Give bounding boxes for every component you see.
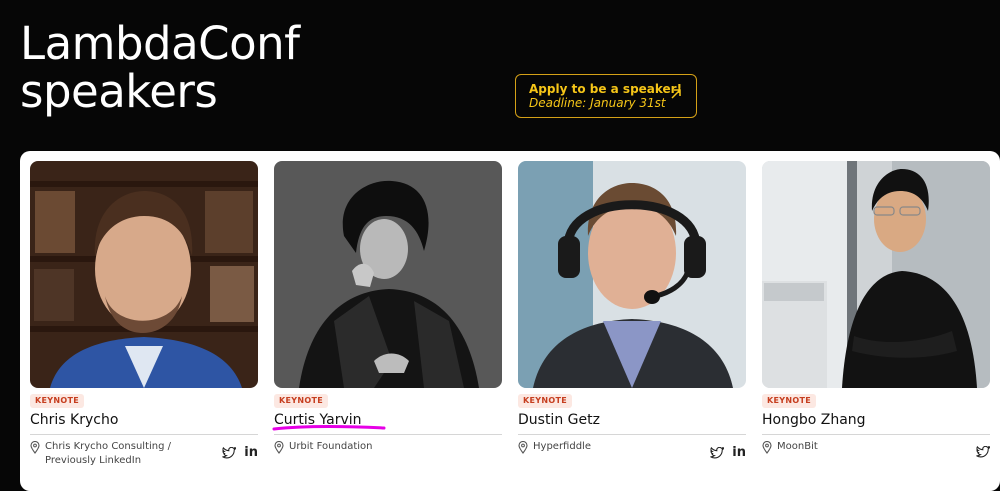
page-title: LambdaConf speakers	[20, 20, 300, 116]
linkedin-icon[interactable]: in	[244, 446, 258, 459]
speaker-card[interactable]: KEYNOTE Hongbo Zhang MoonBit	[762, 161, 990, 470]
location-pin-icon	[518, 441, 528, 454]
location-pin-icon	[274, 441, 284, 454]
annotation-underline	[272, 425, 386, 431]
keynote-badge: KEYNOTE	[762, 394, 816, 408]
speakers-grid: KEYNOTE Chris Krycho Chris Krycho Consul…	[20, 151, 1000, 491]
speaker-organization: MoonBit	[777, 441, 818, 452]
keynote-badge: KEYNOTE	[274, 394, 328, 408]
speaker-organization: Chris Krycho Consulting / Previously Lin…	[45, 441, 172, 466]
card-divider	[518, 434, 746, 435]
page-title-line1: LambdaConf	[20, 17, 300, 70]
apply-speaker-button[interactable]: Apply to be a speaker! Deadline: January…	[515, 74, 697, 118]
speaker-photo[interactable]	[762, 161, 990, 388]
twitter-icon[interactable]	[710, 446, 725, 459]
card-divider	[30, 434, 258, 435]
location-pin-icon	[30, 441, 40, 454]
speaker-photo[interactable]	[518, 161, 746, 388]
keynote-badge: KEYNOTE	[518, 394, 572, 408]
twitter-icon[interactable]	[976, 446, 990, 458]
speaker-name[interactable]: Chris Krycho	[30, 412, 258, 429]
speaker-photo[interactable]	[274, 161, 502, 388]
location-pin-icon	[762, 441, 772, 454]
speaker-card[interactable]: KEYNOTE Dustin Getz Hyperfiddle in	[518, 161, 746, 470]
speaker-organization: Urbit Foundation	[289, 441, 373, 452]
speaker-organization: Hyperfiddle	[533, 441, 591, 452]
card-divider	[274, 434, 502, 435]
keynote-badge: KEYNOTE	[30, 394, 84, 408]
twitter-icon[interactable]	[222, 446, 237, 459]
page-title-line2: speakers	[20, 65, 218, 118]
card-divider	[762, 434, 990, 435]
linkedin-icon[interactable]: in	[732, 446, 746, 459]
speaker-photo[interactable]	[30, 161, 258, 388]
speaker-name[interactable]: Hongbo Zhang	[762, 412, 990, 429]
arrow-up-right-icon	[671, 89, 681, 99]
speaker-name[interactable]: Dustin Getz	[518, 412, 746, 429]
speaker-card[interactable]: KEYNOTE Chris Krycho Chris Krycho Consul…	[30, 161, 258, 470]
